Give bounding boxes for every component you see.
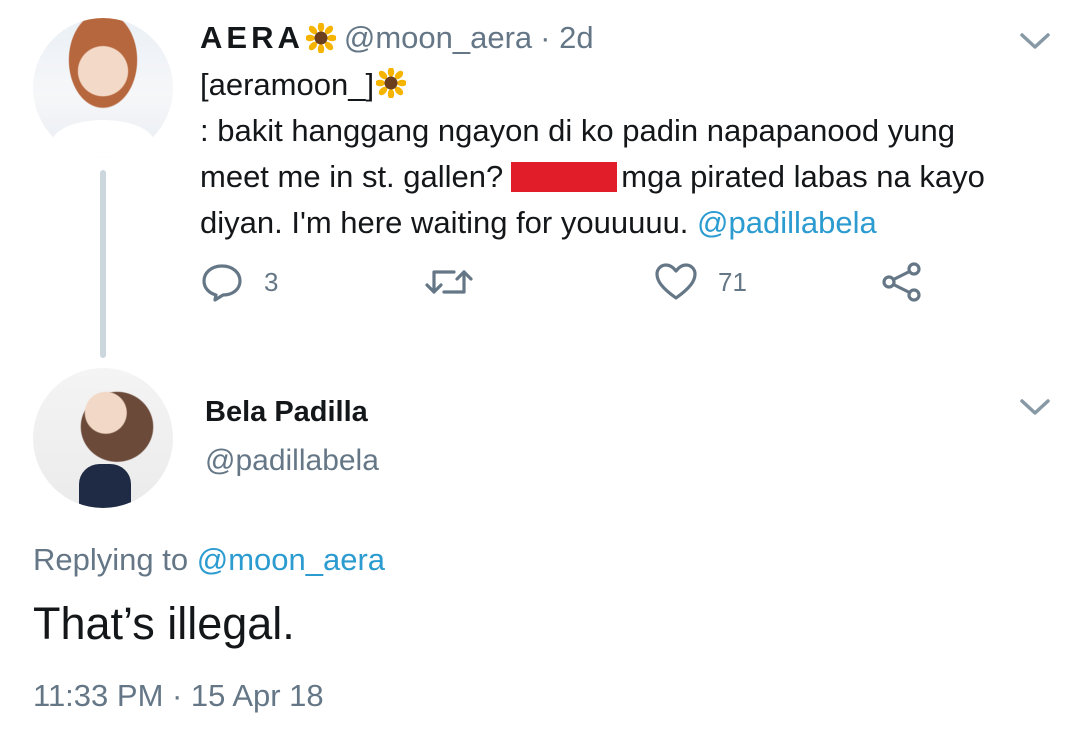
tweet-1-header: AERA @moon_aera · 2d <box>200 20 594 56</box>
tweet-1-line-4: diyan. I'm here waiting for youuuuu. @pa… <box>200 200 1060 246</box>
tweet-1-text-1: [aeramoon_] <box>200 67 375 102</box>
tweet-1-menu-chevron-down-icon[interactable] <box>1018 30 1052 52</box>
avatar-aera[interactable] <box>33 18 173 158</box>
retweet-button[interactable] <box>424 262 494 302</box>
reply-count: 3 <box>264 266 279 297</box>
sunflower-icon <box>305 23 336 53</box>
tweet-1-body: [aeramoon_] : bakit hanggang ngayon di k… <box>200 62 1060 246</box>
tweet-1-author-name[interactable]: AERA <box>200 20 304 56</box>
tweet-1-time[interactable]: · 2d <box>540 20 593 56</box>
reply-icon <box>202 264 242 302</box>
tweet-1-text-4: diyan. I'm here waiting for youuuuu. <box>200 205 689 240</box>
reply-button[interactable]: 3 <box>200 262 278 302</box>
tweet-1-handle[interactable]: @moon_aera <box>344 20 532 56</box>
tweet-2-author-name[interactable]: Bela Padilla <box>205 396 368 429</box>
tweet-1-line-1: [aeramoon_] <box>200 62 1060 108</box>
share-icon <box>882 262 921 302</box>
tweet-1-text-2: : bakit hanggang ngayon di ko padin napa… <box>200 113 955 148</box>
sunflower-icon <box>376 68 407 98</box>
tweet-1-action-bar: 3 71 <box>200 262 940 302</box>
share-button[interactable] <box>880 262 924 302</box>
tweet-2-menu-chevron-down-icon[interactable] <box>1018 396 1052 418</box>
tweet-1-text-3b: mga pirated labas na kayo <box>621 159 985 194</box>
retweet-icon <box>425 270 473 294</box>
avatar-dress <box>79 464 131 508</box>
tweet-2-timestamp[interactable]: 11:33 PM · 15 Apr 18 <box>33 678 324 714</box>
tweet-2-text: That’s illegal. <box>33 598 295 649</box>
like-button[interactable]: 71 <box>654 262 747 302</box>
replying-to-prefix: Replying to <box>33 542 189 577</box>
like-count: 71 <box>718 266 747 297</box>
tweet-2-handle[interactable]: @padillabela <box>205 444 379 478</box>
heart-icon <box>655 263 697 300</box>
tweet-1-line-3: meet me in st. gallen? mga pirated labas … <box>200 154 1060 200</box>
redaction-block <box>511 162 618 192</box>
replying-to-line: Replying to @moon_aera <box>33 542 385 578</box>
avatar-bela-padilla[interactable] <box>33 368 173 508</box>
replying-to-mention[interactable]: @moon_aera <box>197 542 385 577</box>
mention-link[interactable]: @padillabela <box>697 205 877 240</box>
tweet-1-text-3a: meet me in st. gallen? <box>200 159 504 194</box>
avatar-shirt <box>51 120 155 158</box>
thread-connector-line <box>100 170 106 358</box>
